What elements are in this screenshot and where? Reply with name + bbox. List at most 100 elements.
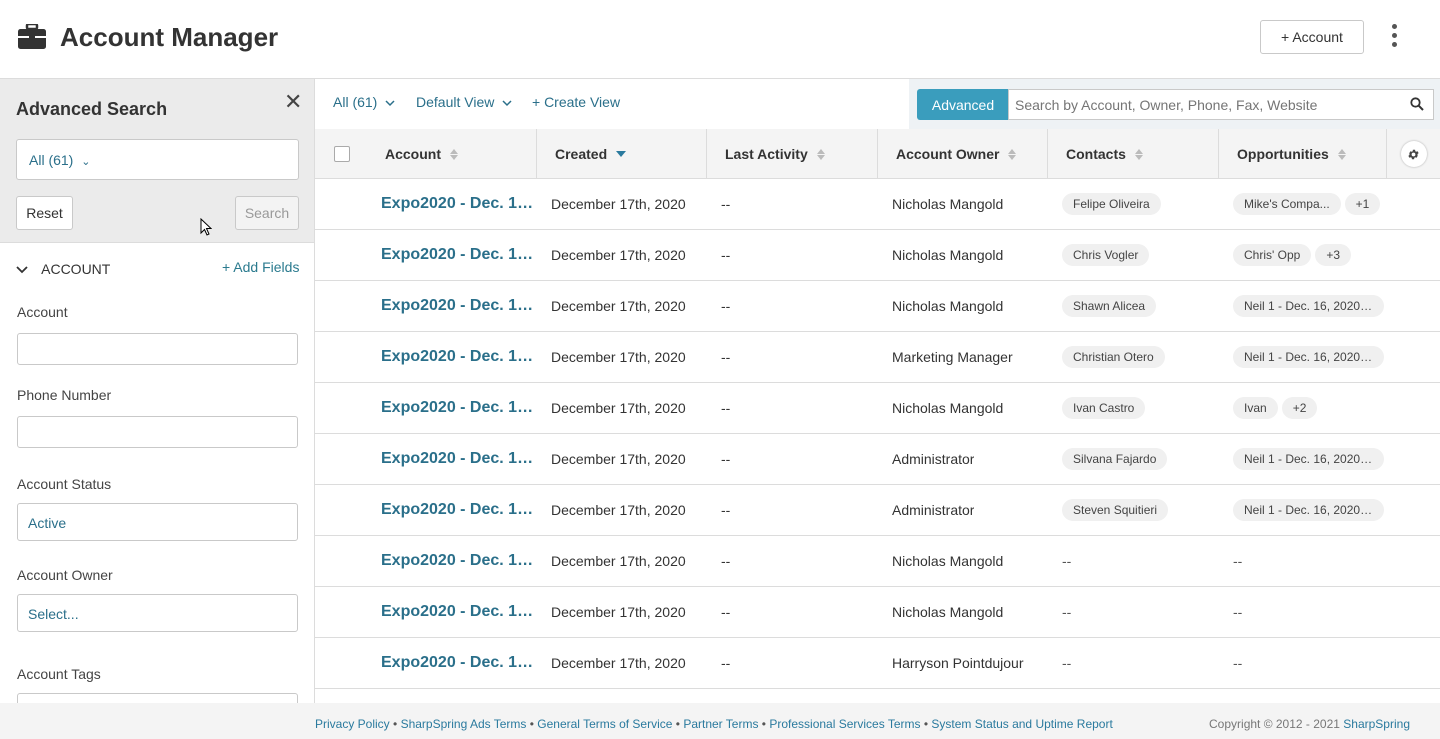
- table-row[interactable]: Expo2020 - Dec. 16, 2020 December 17th, 2…: [315, 638, 1440, 689]
- advanced-search-header: Advanced Search ✕ All (61) ⌄ Reset Searc…: [0, 79, 314, 243]
- search-input[interactable]: [1008, 89, 1434, 120]
- column-header-opportunities[interactable]: Opportunities: [1219, 129, 1387, 179]
- opportunities-cell: Ivan +2: [1233, 383, 1388, 433]
- column-header-label: Account: [385, 146, 441, 162]
- contact-pill[interactable]: Silvana Fajardo: [1062, 448, 1168, 470]
- more-options-icon[interactable]: [1385, 24, 1403, 50]
- created-date: December 17th, 2020: [551, 553, 686, 569]
- table-row[interactable]: Expo2020 - Dec. 16, 2020 December 17th, 2…: [315, 434, 1440, 485]
- last-activity: --: [721, 553, 731, 569]
- last-activity: --: [721, 655, 731, 671]
- created-date: December 17th, 2020: [551, 196, 686, 212]
- sort-icon: [1337, 148, 1346, 161]
- search-icon[interactable]: [1410, 97, 1424, 111]
- table-row[interactable]: Expo2020 - Dec. 16, 2020 December 17th, 2…: [315, 332, 1440, 383]
- footer-link[interactable]: Partner Terms: [683, 717, 758, 731]
- more-opportunities-pill[interactable]: +2: [1281, 397, 1318, 419]
- sort-desc-icon: [616, 151, 627, 157]
- opportunity-pill[interactable]: Mike's Compa...: [1233, 193, 1341, 215]
- account-name-text: Expo2020 - Dec. 16, 2020: [381, 552, 535, 569]
- opportunity-pill[interactable]: Neil 1 - Dec. 16, 2020 7...: [1233, 448, 1384, 470]
- column-header-label: Contacts: [1066, 146, 1126, 162]
- account-name-link[interactable]: Expo2020 - Dec. 16, 2020: [381, 434, 535, 484]
- account-name-link[interactable]: Expo2020 - Dec. 16, 2020: [381, 638, 535, 688]
- created-date: December 17th, 2020: [551, 247, 686, 263]
- created-date: December 17th, 2020: [551, 349, 686, 365]
- opportunities-cell: Mike's Compa... +1: [1233, 179, 1388, 229]
- account-owner-select[interactable]: Select...: [17, 594, 298, 632]
- more-opportunities-pill[interactable]: +1: [1344, 193, 1381, 215]
- advanced-search-panel: Advanced Search ✕ All (61) ⌄ Reset Searc…: [0, 78, 315, 703]
- account-input[interactable]: [17, 333, 298, 365]
- briefcase-icon: [18, 24, 46, 49]
- column-header-contacts[interactable]: Contacts: [1048, 129, 1219, 179]
- list-filter-dropdown[interactable]: All (61): [333, 94, 395, 110]
- account-status-select[interactable]: Active: [17, 503, 298, 541]
- footer-link[interactable]: General Terms of Service: [537, 717, 672, 731]
- created-date: December 17th, 2020: [551, 451, 686, 467]
- contact-pill[interactable]: Steven Squitieri: [1062, 499, 1169, 521]
- column-header-created[interactable]: Created: [537, 129, 707, 179]
- opportunity-pill[interactable]: Neil 1 - Dec. 16, 2020 7...: [1233, 346, 1384, 368]
- account-name-link[interactable]: Expo2020 - Dec. 16, 2020: [381, 587, 535, 637]
- contact-pill[interactable]: Felipe Oliveira: [1062, 193, 1161, 215]
- gear-icon[interactable]: [1400, 141, 1427, 167]
- footer-separator: •: [920, 717, 932, 731]
- account-name-link[interactable]: Expo2020 - Dec. 16, 2020: [381, 536, 535, 586]
- column-header-last-activity[interactable]: Last Activity: [707, 129, 878, 179]
- footer-link[interactable]: Privacy Policy: [315, 717, 390, 731]
- footer-link[interactable]: System Status and Uptime Report: [931, 717, 1112, 731]
- account-name-text: Expo2020 - Dec. 16, 2020: [381, 195, 535, 212]
- sort-icon: [816, 148, 825, 161]
- copyright: Copyright © 2012 - 2021 SharpSpring: [1209, 717, 1410, 731]
- contact-pill[interactable]: Ivan Castro: [1062, 397, 1146, 419]
- contacts-cell: --: [1062, 638, 1071, 688]
- table-row[interactable]: Expo2020 - Dec. 16, 2020 December 17th, 2…: [315, 281, 1440, 332]
- search-button[interactable]: Search: [235, 196, 299, 230]
- reset-button[interactable]: Reset: [16, 196, 73, 230]
- view-dropdown[interactable]: Default View: [416, 94, 512, 110]
- account-name-link[interactable]: Expo2020 - Dec. 16, 2020: [381, 230, 535, 280]
- table-row[interactable]: Expo2020 - Dec. 16, 2020 December 17th, 2…: [315, 485, 1440, 536]
- opportunity-pill[interactable]: Neil 1 - Dec. 16, 2020 7...: [1233, 499, 1384, 521]
- create-view-link[interactable]: + Create View: [532, 94, 620, 110]
- sort-icon: [1008, 148, 1017, 161]
- contact-pill[interactable]: Christian Otero: [1062, 346, 1165, 368]
- opportunity-pill[interactable]: Chris' Opp: [1233, 244, 1312, 266]
- empty-value: --: [1233, 604, 1243, 620]
- created-date: December 17th, 2020: [551, 400, 686, 416]
- footer-link[interactable]: SharpSpring Ads Terms: [401, 717, 527, 731]
- close-icon[interactable]: ✕: [284, 89, 302, 115]
- account-name-text: Expo2020 - Dec. 16, 2020: [381, 654, 535, 671]
- more-opportunities-pill[interactable]: +3: [1315, 244, 1351, 266]
- account-name-link[interactable]: Expo2020 - Dec. 16, 2020: [381, 332, 535, 382]
- opportunity-pill[interactable]: Ivan: [1233, 397, 1278, 419]
- advanced-search-button[interactable]: Advanced: [917, 89, 1009, 120]
- table-row[interactable]: Expo2020 - Dec. 16, 2020 December 17th, 2…: [315, 587, 1440, 638]
- page-title: Account Manager: [60, 22, 279, 52]
- account-name-text: Expo2020 - Dec. 16, 2020: [381, 450, 535, 467]
- table-row[interactable]: Expo2020 - Dec. 16, 2020 December 17th, 2…: [315, 536, 1440, 587]
- column-header-account[interactable]: Account: [367, 129, 537, 179]
- column-header-account-owner[interactable]: Account Owner: [878, 129, 1048, 179]
- list-filter-select[interactable]: All (61) ⌄: [16, 139, 299, 180]
- account-section-toggle[interactable]: ACCOUNT: [16, 261, 110, 277]
- phone-input[interactable]: [17, 416, 298, 448]
- account-name-link[interactable]: Expo2020 - Dec. 16, 2020: [381, 179, 535, 229]
- table-row[interactable]: Expo2020 - Dec. 16, 2020 December 17th, 2…: [315, 230, 1440, 281]
- account-name-link[interactable]: Expo2020 - Dec. 16, 2020: [381, 383, 535, 433]
- account-name-link[interactable]: Expo2020 - Dec. 16, 2020: [381, 281, 535, 331]
- table-row[interactable]: Expo2020 - Dec. 16, 2020 December 17th, 2…: [315, 383, 1440, 434]
- account-section-title: ACCOUNT: [41, 261, 111, 277]
- footer-link[interactable]: Professional Services Terms: [769, 717, 920, 731]
- contact-pill[interactable]: Shawn Alicea: [1062, 295, 1157, 317]
- sharpspring-link[interactable]: SharpSpring: [1343, 717, 1410, 731]
- account-name-link[interactable]: Expo2020 - Dec. 16, 2020: [381, 485, 535, 535]
- add-account-button[interactable]: + Account: [1260, 20, 1364, 54]
- opportunity-pill[interactable]: Neil 1 - Dec. 16, 2020 7...: [1233, 295, 1384, 317]
- add-fields-link[interactable]: + Add Fields: [222, 259, 299, 275]
- created-date: December 17th, 2020: [551, 655, 686, 671]
- contact-pill[interactable]: Chris Vogler: [1062, 244, 1150, 266]
- account-tags-input[interactable]: [17, 693, 298, 703]
- table-row[interactable]: Expo2020 - Dec. 16, 2020 December 17th, 2…: [315, 179, 1440, 230]
